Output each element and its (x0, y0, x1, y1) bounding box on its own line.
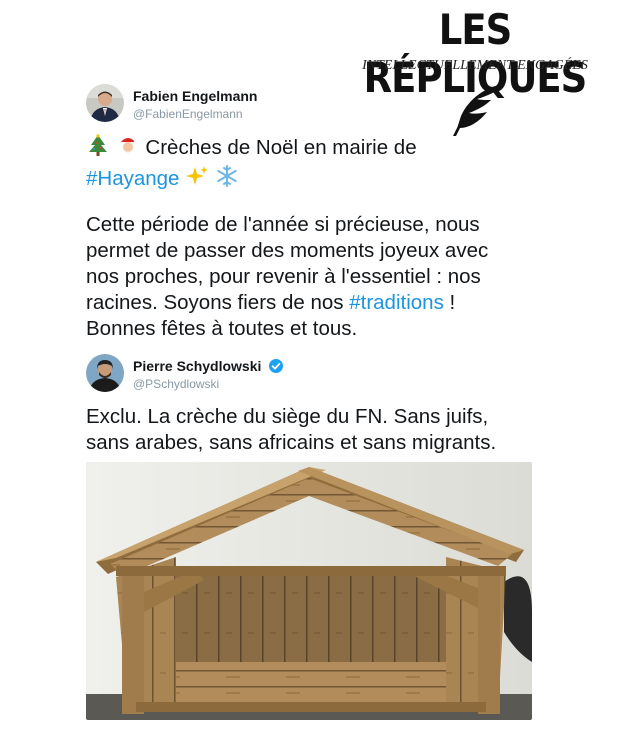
verified-badge-icon (269, 358, 284, 376)
creche-photo[interactable] (86, 462, 532, 720)
tweet-paragraph-end: ! (449, 291, 456, 314)
hashtag-hayange-link[interactable]: #Hayange (86, 167, 179, 190)
avatar[interactable] (86, 354, 124, 392)
author-handle[interactable]: @PSchydlowski (133, 377, 219, 391)
santa-icon (116, 133, 140, 164)
tweet-closing-line: Bonnes fêtes à toutes et tous. (86, 317, 358, 340)
brand-subtitle: INTELLECTUELLEMENT ENGAGÉES (362, 58, 588, 73)
christmas-tree-icon (86, 133, 110, 164)
author-name-text: Pierre Schydlowski (133, 358, 262, 374)
tweet-line1-text: Crèches de Noël en mairie de (145, 135, 417, 159)
tweet-paragraph: Cette période de l'année si précieuse, n… (86, 212, 522, 342)
hashtag-traditions-link[interactable]: #traditions (349, 291, 444, 314)
tweet-text: Exclu. La crèche du siège du FN. Sans ju… (86, 405, 497, 454)
author-handle[interactable]: @FabienEngelmann (133, 107, 243, 121)
author-name[interactable]: Pierre Schydlowski (133, 358, 284, 376)
snowflake-icon (215, 164, 239, 195)
sparkles-icon (185, 164, 209, 195)
quill-icon (453, 84, 505, 136)
author-name[interactable]: Fabien Engelmann (133, 88, 257, 104)
avatar[interactable] (86, 84, 124, 122)
tweet-text-line1: Crèches de Noël en mairie de #Hayange (86, 133, 466, 195)
